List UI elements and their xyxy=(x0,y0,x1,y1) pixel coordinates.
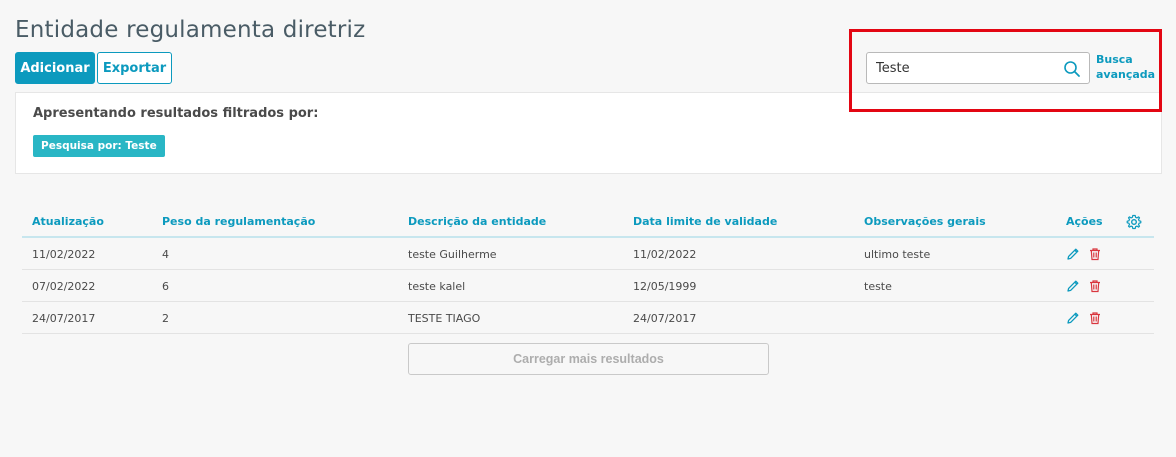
cell-peso: 2 xyxy=(162,312,169,325)
page-title: Entidade regulamenta diretriz xyxy=(15,17,366,43)
pencil-icon[interactable] xyxy=(1066,247,1080,261)
search-input[interactable] xyxy=(866,52,1090,84)
table-row: 24/07/2017 2 TESTE TIAGO 24/07/2017 xyxy=(22,302,1154,334)
column-header-peso[interactable]: Peso da regulamentação xyxy=(162,215,315,228)
cell-data-limite: 11/02/2022 xyxy=(633,248,697,261)
column-header-data-limite[interactable]: Data limite de validade xyxy=(633,215,777,228)
table-row: 11/02/2022 4 teste Guilherme 11/02/2022 … xyxy=(22,238,1154,270)
cell-data-limite: 24/07/2017 xyxy=(633,312,697,325)
cell-descricao: teste kalel xyxy=(408,280,466,293)
trash-icon[interactable] xyxy=(1088,311,1102,325)
search-icon[interactable] xyxy=(1063,60,1081,78)
filter-heading: Apresentando resultados filtrados por: xyxy=(33,106,319,121)
advanced-search-link[interactable]: Busca avançada xyxy=(1096,52,1156,82)
column-header-descricao[interactable]: Descrição da entidade xyxy=(408,215,546,228)
cell-atualizacao: 07/02/2022 xyxy=(32,280,96,293)
filter-chip[interactable]: Pesquisa por: Teste xyxy=(33,135,165,157)
column-header-atualizacao[interactable]: Atualização xyxy=(32,215,104,228)
cell-observacoes: teste xyxy=(864,280,892,293)
trash-icon[interactable] xyxy=(1088,247,1102,261)
pencil-icon[interactable] xyxy=(1066,279,1080,293)
cell-descricao: TESTE TIAGO xyxy=(408,312,481,325)
cell-atualizacao: 11/02/2022 xyxy=(32,248,96,261)
table-header: Atualização Peso da regulamentação Descr… xyxy=(22,206,1154,238)
add-button[interactable]: Adicionar xyxy=(15,52,95,84)
pencil-icon[interactable] xyxy=(1066,311,1080,325)
cell-atualizacao: 24/07/2017 xyxy=(32,312,96,325)
cell-peso: 6 xyxy=(162,280,169,293)
trash-icon[interactable] xyxy=(1088,279,1102,293)
export-button[interactable]: Exportar xyxy=(97,52,172,84)
gear-icon[interactable] xyxy=(1126,214,1142,230)
cell-peso: 4 xyxy=(162,248,169,261)
cell-descricao: teste Guilherme xyxy=(408,248,497,261)
column-header-observacoes[interactable]: Observações gerais xyxy=(864,215,986,228)
results-table: Atualização Peso da regulamentação Descr… xyxy=(22,206,1154,334)
advanced-search-line2: avançada xyxy=(1096,68,1156,81)
cell-data-limite: 12/05/1999 xyxy=(633,280,697,293)
cell-observacoes: ultimo teste xyxy=(864,248,931,261)
load-more-button[interactable]: Carregar mais resultados xyxy=(408,343,769,375)
column-header-acoes: Ações xyxy=(1066,215,1103,228)
advanced-search-line1: Busca xyxy=(1096,53,1133,66)
table-row: 07/02/2022 6 teste kalel 12/05/1999 test… xyxy=(22,270,1154,302)
